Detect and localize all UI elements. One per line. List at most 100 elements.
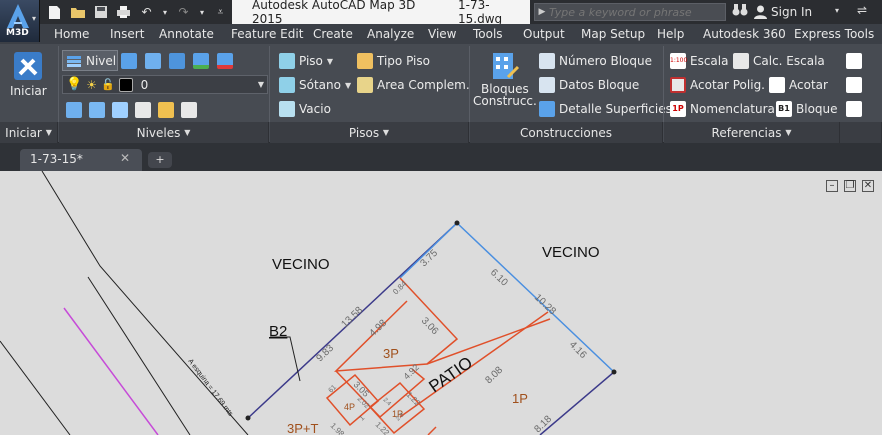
detalle-superficies-button[interactable]: Detalle Superficies [539, 101, 672, 117]
chevron-down-icon: ▼ [785, 128, 792, 137]
menu-insert[interactable]: Insert [110, 27, 144, 41]
panel-title-referencias[interactable]: Referencias ▼ [664, 122, 840, 143]
dim-2-02: 2.02 [356, 395, 371, 410]
tipo-piso-button[interactable]: Tipo Piso [357, 53, 430, 69]
menu-autodesk-360[interactable]: Autodesk 360 [703, 27, 786, 41]
panel-title-overflow [840, 122, 882, 143]
menu-feature-edit[interactable]: Feature Edit [231, 27, 303, 41]
menu-view[interactable]: View [428, 27, 456, 41]
panel-title-iniciar-label: Iniciar [5, 125, 42, 140]
datos-bloque-button[interactable]: Datos Bloque [539, 77, 639, 93]
drawing-svg: VECINO VECINO B2 PATIO 3P+T 3P 1P 4P 1P … [0, 171, 617, 435]
close-icon[interactable]: ✕ [120, 151, 130, 165]
nivel-button[interactable]: Nivel [62, 50, 118, 71]
layer-change-icon[interactable] [158, 102, 174, 118]
binoculars-icon[interactable] [732, 3, 748, 20]
bloque-button[interactable]: B1 Bloque [776, 101, 838, 117]
drawing-canvas[interactable]: – ❐ ✕ VECINO VECINO B2 PATIO 3P+T 3P 1P … [0, 171, 882, 435]
acotar-polig-button[interactable]: Acotar Polig. [670, 77, 765, 93]
dim-1: 1 [359, 415, 367, 423]
tools-icon [14, 52, 43, 80]
layer-match-icon[interactable] [66, 102, 82, 118]
menu-analyze[interactable]: Analyze [367, 27, 414, 41]
dimension-icon [769, 77, 785, 93]
area-complem-button[interactable]: Area Complem. [357, 77, 470, 93]
menu-annotate[interactable]: Annotate [159, 27, 214, 41]
layer-dropdown[interactable]: 💡 ☀ 🔓 0 ▼ [62, 75, 268, 94]
panel-title-pisos[interactable]: Pisos ▼ [270, 122, 469, 143]
panel-title-referencias-label: Referencias [711, 125, 782, 140]
menu-map-setup[interactable]: Map Setup [581, 27, 645, 41]
nomenclatura-button[interactable]: 1P Nomenclatura [670, 101, 775, 117]
calc-escala-button[interactable]: Calc. Escala [733, 53, 825, 69]
tab-document-label: 1-73-15* [30, 152, 83, 166]
extra-tool-3-icon[interactable] [846, 101, 862, 117]
layer-copy-icon[interactable] [181, 102, 197, 118]
sign-in-button[interactable]: Sign In [754, 3, 812, 21]
layer-walk-icon[interactable] [112, 102, 128, 118]
search-input[interactable] [549, 5, 721, 19]
sotano-label: Sótano [299, 78, 341, 92]
tab-document[interactable]: 1-73-15* ✕ [20, 149, 142, 171]
exchange-apps-icon[interactable]: ⇌ [857, 3, 867, 17]
bloques-construcc-button[interactable]: Bloques Construcc. [473, 49, 537, 108]
menu-create[interactable]: Create [313, 27, 353, 41]
dim-61: 61 [328, 384, 339, 395]
panel-title-niveles[interactable]: Niveles ▼ [59, 122, 269, 143]
undo-dropdown-icon[interactable]: ▾ [161, 4, 169, 21]
layer-merge-icon[interactable] [135, 102, 151, 118]
separator [269, 46, 270, 122]
search-box[interactable]: ▶ [534, 3, 726, 21]
menu-output[interactable]: Output [523, 27, 565, 41]
calc-label: Calc. Escala [753, 54, 825, 68]
escala-button[interactable]: 1:100 Escala [670, 53, 728, 69]
acotar-button[interactable]: Acotar [769, 77, 828, 93]
extra-tool-1-icon[interactable] [846, 53, 862, 69]
numero-bloque-button[interactable]: Número Bloque [539, 53, 652, 69]
bloque-label: Bloque [796, 102, 838, 116]
application-menu-button[interactable]: M3D ▾ [0, 0, 40, 42]
panel-title-construcciones[interactable]: Construcciones [470, 122, 663, 143]
panel-title-iniciar[interactable]: Iniciar ▼ [0, 122, 58, 143]
print-icon[interactable] [115, 4, 132, 21]
piso-button[interactable]: Piso ▼ [279, 53, 333, 69]
sign-in-dropdown-icon[interactable]: ▾ [835, 6, 839, 15]
undo-icon[interactable]: ↶ [138, 4, 155, 21]
app-menu-caret-icon: ▾ [32, 14, 37, 23]
new-file-icon[interactable] [46, 4, 63, 21]
sign-in-label: Sign In [771, 5, 813, 19]
user-icon [754, 5, 767, 19]
open-folder-icon[interactable] [69, 4, 86, 21]
layer-state-icon[interactable] [145, 53, 161, 69]
extra-tool-2-icon[interactable] [846, 77, 862, 93]
map3d-logo-icon [7, 4, 29, 28]
vacio-button[interactable]: Vacio [279, 101, 331, 117]
piso-dropdown-icon: ▼ [326, 56, 334, 66]
title-area: Autodesk AutoCAD Map 3D 2015 1-73-15.dwg [232, 0, 530, 26]
search-expand-icon[interactable]: ▶ [535, 7, 549, 17]
layer-previous-icon[interactable] [89, 102, 105, 118]
menu-tools[interactable]: Tools [473, 27, 503, 41]
layer-delete-icon[interactable] [217, 53, 233, 69]
menu-help[interactable]: Help [657, 27, 684, 41]
menu-home[interactable]: Home [54, 27, 89, 41]
save-icon[interactable] [92, 4, 109, 21]
layer-freeze-icon[interactable] [193, 53, 209, 69]
layer-properties-icon[interactable] [121, 53, 137, 69]
label-3p-t: 3P+T [287, 421, 318, 435]
menu-express-tools[interactable]: Express Tools [794, 27, 874, 41]
nomenclatura-label: Nomenclatura [690, 102, 775, 116]
menu-bar: Home Insert Annotate Feature Edit Create… [0, 24, 882, 44]
customize-qat-icon[interactable]: ⩡ [212, 4, 229, 21]
vertex-point [245, 415, 251, 421]
new-tab-button[interactable]: + [148, 152, 172, 168]
layer-dropdown-arrow-icon: ▼ [257, 80, 264, 89]
iniciar-button[interactable]: Iniciar [10, 50, 47, 98]
redo-icon[interactable]: ↷ [175, 4, 192, 21]
app-logo-label: M3D [6, 28, 29, 38]
datos-label: Datos Bloque [559, 78, 640, 92]
redo-dropdown-icon[interactable]: ▾ [198, 4, 206, 21]
floor-icon [279, 53, 295, 69]
layer-isolate-icon[interactable] [169, 53, 185, 69]
sotano-button[interactable]: Sótano ▼ [279, 77, 351, 93]
